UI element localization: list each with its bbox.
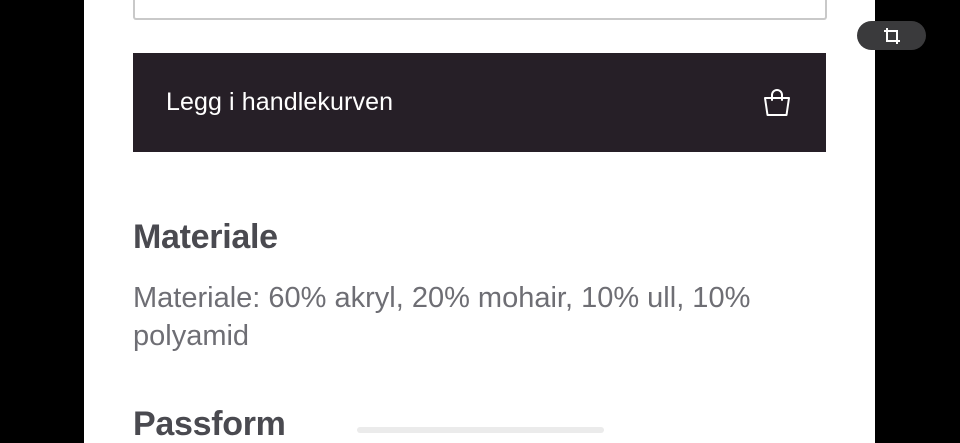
size-select[interactable] — [133, 0, 827, 20]
shopping-bag-icon — [762, 88, 792, 118]
screen: Legg i handlekurven Materiale Materiale:… — [0, 0, 960, 443]
material-heading: Materiale — [133, 218, 278, 256]
add-to-cart-label: Legg i handlekurven — [166, 88, 394, 116]
product-page: Legg i handlekurven Materiale Materiale:… — [84, 0, 875, 443]
scroll-indicator — [357, 427, 604, 433]
crop-button[interactable] — [857, 21, 926, 50]
fit-heading: Passform — [133, 405, 286, 443]
crop-icon — [883, 27, 901, 45]
add-to-cart-button[interactable]: Legg i handlekurven — [133, 53, 826, 152]
material-description: Materiale: 60% akryl, 20% mohair, 10% ul… — [133, 282, 751, 352]
